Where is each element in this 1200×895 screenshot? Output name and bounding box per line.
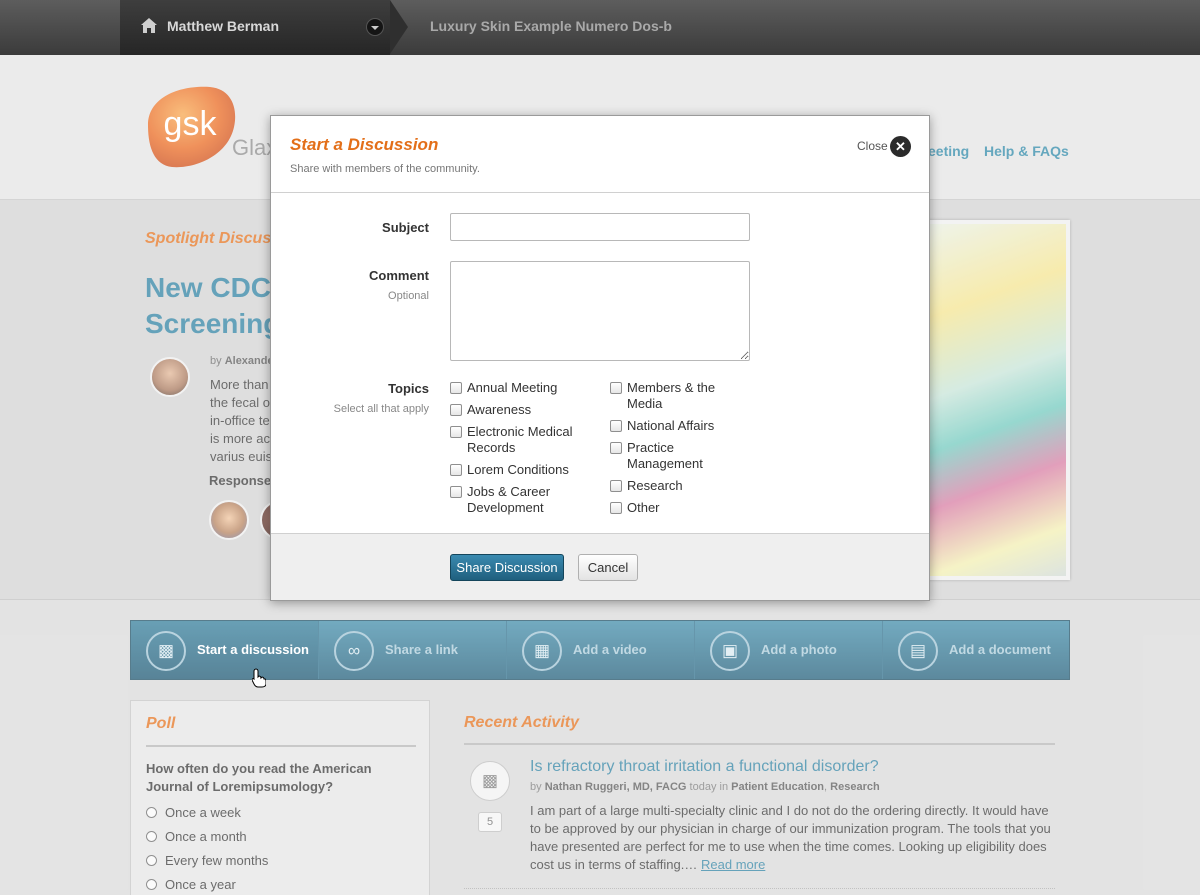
modal-title: Start a Discussion bbox=[290, 135, 439, 154]
chevron-down-icon[interactable] bbox=[366, 18, 384, 36]
topic-checkbox[interactable]: Jobs & Career Development bbox=[450, 484, 590, 516]
topics-label: Topics bbox=[388, 381, 429, 396]
checkbox[interactable] bbox=[610, 420, 622, 432]
topic-checkbox[interactable]: Annual Meeting bbox=[450, 380, 590, 396]
divider bbox=[271, 192, 929, 193]
topic-checkbox[interactable]: Members & the Media bbox=[610, 380, 735, 412]
modal-footer: Share Discussion Cancel bbox=[271, 533, 929, 600]
hand-cursor-icon bbox=[252, 668, 266, 688]
subject-input[interactable] bbox=[450, 213, 750, 241]
topic-checkbox[interactable]: National Affairs bbox=[610, 418, 735, 434]
topic-checkbox[interactable]: Research bbox=[610, 478, 735, 494]
checkbox[interactable] bbox=[450, 426, 462, 438]
top-bar: Matthew Berman Luxury Skin Example Numer… bbox=[0, 0, 1200, 55]
checkbox[interactable] bbox=[610, 502, 622, 514]
share-discussion-button[interactable]: Share Discussion bbox=[450, 554, 564, 581]
checkbox[interactable] bbox=[610, 480, 622, 492]
comment-hint: Optional bbox=[388, 290, 429, 302]
user-menu-button[interactable]: Matthew Berman bbox=[120, 0, 408, 55]
start-discussion-modal: Start a Discussion Share with members of… bbox=[270, 115, 930, 601]
close-icon[interactable]: ✕ bbox=[890, 136, 911, 157]
subject-label: Subject bbox=[382, 220, 429, 235]
cancel-button[interactable]: Cancel bbox=[578, 554, 638, 581]
topic-checkbox[interactable]: Lorem Conditions bbox=[450, 462, 590, 478]
checkbox[interactable] bbox=[450, 404, 462, 416]
checkbox[interactable] bbox=[450, 464, 462, 476]
site-title[interactable]: Luxury Skin Example Numero Dos-b bbox=[430, 18, 672, 34]
comment-label: Comment bbox=[369, 268, 429, 283]
home-icon bbox=[141, 18, 157, 33]
topics-hint: Select all that apply bbox=[333, 403, 429, 415]
user-name: Matthew Berman bbox=[167, 18, 280, 34]
checkbox[interactable] bbox=[450, 382, 462, 394]
topic-checkbox[interactable]: Practice Management bbox=[610, 440, 735, 472]
checkbox[interactable] bbox=[610, 382, 622, 394]
checkbox[interactable] bbox=[610, 442, 622, 454]
topic-checkbox[interactable]: Electronic Medical Records bbox=[450, 424, 590, 456]
comment-textarea[interactable] bbox=[450, 261, 750, 361]
checkbox[interactable] bbox=[450, 486, 462, 498]
topic-checkbox[interactable]: Other bbox=[610, 500, 735, 516]
topic-checkbox[interactable]: Awareness bbox=[450, 402, 590, 418]
close-label[interactable]: Close bbox=[857, 139, 888, 153]
modal-subtitle: Share with members of the community. bbox=[290, 163, 480, 175]
